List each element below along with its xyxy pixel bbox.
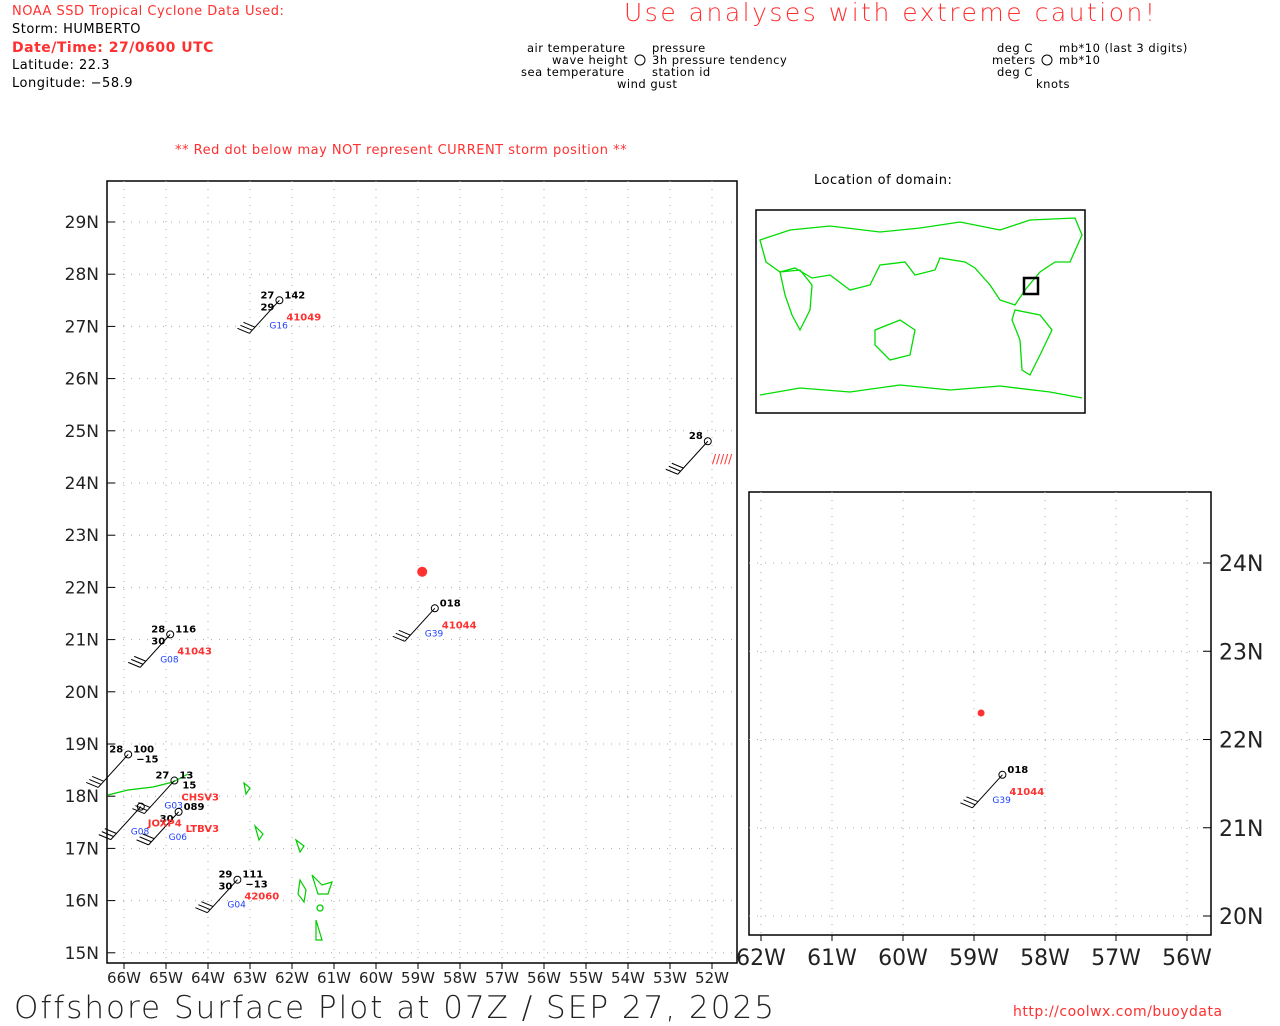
lon-tick-label: 59W [401, 969, 435, 987]
lon-tick-label: 62W [275, 969, 309, 987]
main-map[interactable]: 66W 65W 64W 63W 62W 61W 60W 59W 58W 57W 56W 55W 54W 5… [65, 180, 738, 987]
lat-tick-label: 22N [65, 578, 99, 598]
wind-hatch-marks: ///// [712, 452, 733, 466]
lon-tick-label: 60W [359, 969, 393, 987]
lon-tick-label: 57W [1091, 946, 1141, 971]
gust-value: G08 [160, 655, 179, 665]
lat-tick-label: 17N [65, 839, 99, 859]
lon-tick-label: 59W [949, 946, 999, 971]
legend-station-circle-icon [634, 54, 646, 66]
lat-tick-label: 15N [65, 944, 99, 964]
station-id: 41044 [442, 620, 477, 631]
lat-tick-label: 21N [65, 631, 99, 651]
pressure-tendency: −13 [245, 880, 267, 891]
station-id: 41049 [286, 312, 321, 323]
units-station-circle-icon [1041, 54, 1053, 66]
air-temp: 27 [260, 290, 274, 301]
lon-tick-label: 63W [233, 969, 267, 987]
lat-tick-label: 22N [1219, 729, 1263, 754]
world-locator-map [755, 209, 1086, 414]
lon-tick-label: 52W [695, 969, 729, 987]
lon-tick-label: 62W [736, 946, 786, 971]
gust-value: G08 [131, 828, 150, 838]
lon-tick-label: 60W [878, 946, 928, 971]
station-id: 41044 [1009, 787, 1044, 798]
pressure: 116 [175, 624, 196, 635]
gust-value: G06 [169, 833, 188, 843]
pressure: 018 [1007, 765, 1028, 776]
lat-tick-label: 23N [65, 526, 99, 546]
pressure: 089 [184, 802, 205, 813]
lat-tick-label: 29N [65, 213, 99, 233]
station-id: 41043 [177, 646, 212, 657]
pressure-tendency: 15 [182, 781, 196, 792]
air-temp: 28 [109, 744, 123, 755]
gust-value: G03 [164, 802, 182, 812]
lon-tick-label: 64W [191, 969, 225, 987]
air-temp: 28 [689, 431, 703, 442]
air-temp: 29 [218, 870, 232, 881]
lon-tick-label: 58W [1020, 946, 1070, 971]
station-id: 42060 [244, 892, 279, 903]
lon-tick-label: 57W [485, 969, 519, 987]
lat-tick-label: 24N [1219, 552, 1263, 577]
inset-map[interactable]: 62W 61W 60W 59W 58W 57W 56W 24N 23N 22N 21N 20N 018 4… [736, 491, 1263, 971]
air-temp: 27 [155, 771, 169, 782]
lon-tick-label: 56W [527, 969, 561, 987]
lon-tick-label: 65W [149, 969, 183, 987]
storm-position-dot [417, 566, 428, 577]
station-id: LTBV3 [186, 824, 219, 835]
pressure-tendency: −15 [136, 754, 158, 765]
gust-value: G04 [227, 901, 246, 911]
lon-tick-label: 56W [1162, 946, 1212, 971]
lon-tick-label: 54W [611, 969, 645, 987]
storm-position-dot [977, 709, 985, 717]
lat-tick-label: 16N [65, 892, 99, 912]
lon-tick-label: 58W [443, 969, 477, 987]
lon-tick-label: 55W [569, 969, 603, 987]
lat-tick-label: 21N [1219, 817, 1263, 842]
lon-tick-label: 66W [107, 969, 141, 987]
lat-tick-label: 19N [65, 735, 99, 755]
lon-tick-label: 53W [653, 969, 687, 987]
lat-tick-label: 24N [65, 474, 99, 494]
gust-value: G16 [269, 321, 288, 331]
lat-tick-label: 20N [65, 683, 99, 703]
pressure: 018 [440, 598, 461, 609]
lon-tick-label: 61W [317, 969, 351, 987]
lat-tick-label: 25N [65, 422, 99, 442]
lat-tick-label: 20N [1219, 905, 1263, 930]
gust-value: G39 [992, 796, 1011, 806]
lon-tick-label: 61W [807, 946, 857, 971]
lat-tick-label: 26N [65, 370, 99, 390]
lat-tick-label: 18N [65, 787, 99, 807]
station-id: JOXP4 [147, 819, 182, 830]
lat-tick-label: 27N [65, 317, 99, 337]
lat-tick-label: 23N [1219, 640, 1263, 665]
lat-tick-label: 28N [65, 265, 99, 285]
gust-value: G39 [425, 629, 444, 639]
air-temp: 28 [151, 624, 165, 635]
maps-canvas: 66W 65W 64W 63W 62W 61W 60W 59W 58W 57W 56W 55W 54W 5… [65, 54, 1263, 987]
pressure: 142 [284, 290, 305, 301]
